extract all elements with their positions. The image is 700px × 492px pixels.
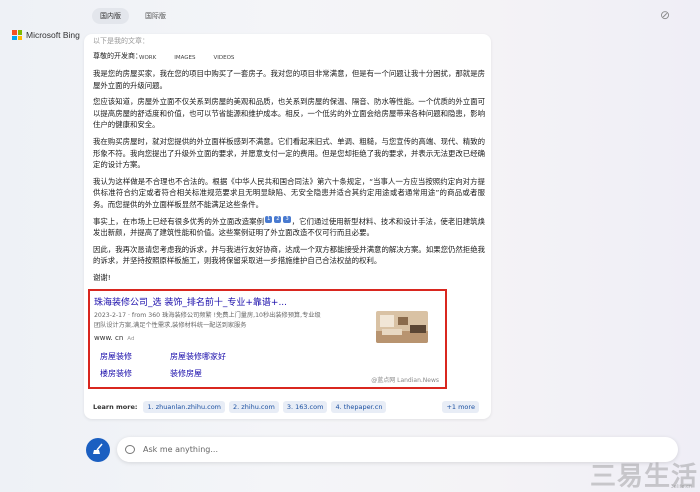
- nav-videos[interactable]: VIDEOS: [213, 55, 234, 61]
- ad-sitelink-4[interactable]: 装修房屋: [170, 368, 250, 379]
- citation-3[interactable]: 3: [283, 216, 291, 224]
- paragraph-4: 我认为这样做是不合理也不合法的。根据《中华人民共和国合同法》第六十条规定，“当事…: [93, 176, 485, 209]
- paragraph-3: 我在购买房屋时，就对您提供的外立面样板感到不满意。它们看起来旧式、单调、粗糙，与…: [93, 136, 485, 170]
- more-sources-button[interactable]: +1 more: [442, 401, 479, 413]
- learn-more-label: Learn more:: [93, 403, 138, 411]
- source-chip-2[interactable]: 2. zhihu.com: [229, 401, 279, 413]
- paragraph-5-before: 事实上，在市场上已经有很多优秀的外立面改造案例: [93, 216, 265, 226]
- paragraph-6: 因此，我再次恳请您考虑我的诉求，并与我进行友好协商，达成一个双方都能接受并满意的…: [93, 244, 485, 266]
- microsoft-logo-icon: [12, 30, 22, 40]
- paragraph-5: 事实上，在市场上已经有很多优秀的外立面改造案例 1 2 3 ，它们通过使用新型材料、技术…: [93, 216, 485, 239]
- ad-tag: Ad: [127, 336, 135, 342]
- bing-logo[interactable]: Microsoft Bing: [12, 30, 80, 40]
- faded-intro-text: 以下是我的文章：: [93, 37, 149, 45]
- paragraph-2: 您应该知道，房屋外立面不仅关系到房屋的美观和品质，也关系到房屋的保温、隔音、防水…: [93, 97, 485, 130]
- region-tabs: 国内版 国际版: [92, 8, 174, 24]
- broom-icon: [91, 442, 105, 459]
- ad-sitelink-2[interactable]: 房屋装修哪家好: [170, 351, 250, 362]
- ad-sitelink-3[interactable]: 楼房装修: [100, 368, 162, 379]
- source-chip-4[interactable]: 4. thepaper.cn: [331, 401, 387, 413]
- ad-description: 2023-2-17 · from 360 珠海装修公司频繁 !免费上门量房,10…: [94, 311, 370, 331]
- ad-sitelinks: 房屋装修 房屋装修哪家好 楼房装修 装修房屋: [100, 351, 250, 379]
- ad-watermark: @蓝点网 Landian.News: [371, 377, 439, 384]
- nav-images[interactable]: IMAGES: [174, 55, 195, 61]
- corner-watermark-sub: 3elife.cn: [670, 484, 692, 490]
- source-chip-1[interactable]: 1. zhuanlan.zhihu.com: [143, 401, 226, 413]
- ad-thumbnail-image[interactable]: [376, 311, 428, 343]
- source-chip-3[interactable]: 3. 163.com: [282, 401, 328, 413]
- ask-input[interactable]: [143, 445, 543, 454]
- ask-input-container[interactable]: [117, 437, 678, 462]
- ad-desc-line-1: 2023-2-17 · from 360 珠海装修公司频繁 !免费上门量房,10…: [94, 312, 321, 319]
- overlaid-nav: WORK IMAGES VIDEOS: [93, 55, 234, 61]
- tab-international[interactable]: 国际版: [137, 8, 174, 24]
- ad-url[interactable]: www. cn Ad: [94, 334, 134, 342]
- response-body: 我是您的房屋买家，我在您的项目中购买了一套房子。我对您的项目非常满意，但是有一个…: [93, 68, 485, 289]
- new-topic-button[interactable]: [86, 438, 110, 462]
- chat-bubble-icon: [125, 445, 135, 454]
- logo-text: Microsoft Bing: [26, 30, 80, 40]
- ad-desc-line-2: 团队设计方案,满足个性需求,装修材料统一配送到家服务: [94, 322, 247, 329]
- paragraph-1: 我是您的房屋买家，我在您的项目中购买了一套房子。我对您的项目非常满意，但是有一个…: [93, 69, 485, 90]
- closing-text: 谢谢!: [93, 272, 111, 282]
- citation-2[interactable]: 2: [274, 216, 282, 224]
- citation-1[interactable]: 1: [265, 216, 273, 224]
- close-icon[interactable]: ⊘: [660, 8, 670, 22]
- ad-url-text[interactable]: www. cn: [94, 334, 123, 342]
- nav-work[interactable]: WORK: [139, 55, 156, 61]
- ad-title-link[interactable]: 珠海装修公司_选 装饰_排名前十_专业+靠谱+...: [94, 295, 287, 308]
- tab-domestic[interactable]: 国内版: [92, 8, 129, 24]
- ad-sitelink-1[interactable]: 房屋装修: [100, 351, 162, 362]
- sponsored-ad: 珠海装修公司_选 装饰_排名前十_专业+靠谱+... 2023-2-17 · f…: [88, 289, 447, 389]
- learn-more-bar: Learn more: 1. zhuanlan.zhihu.com 2. zhi…: [93, 401, 479, 413]
